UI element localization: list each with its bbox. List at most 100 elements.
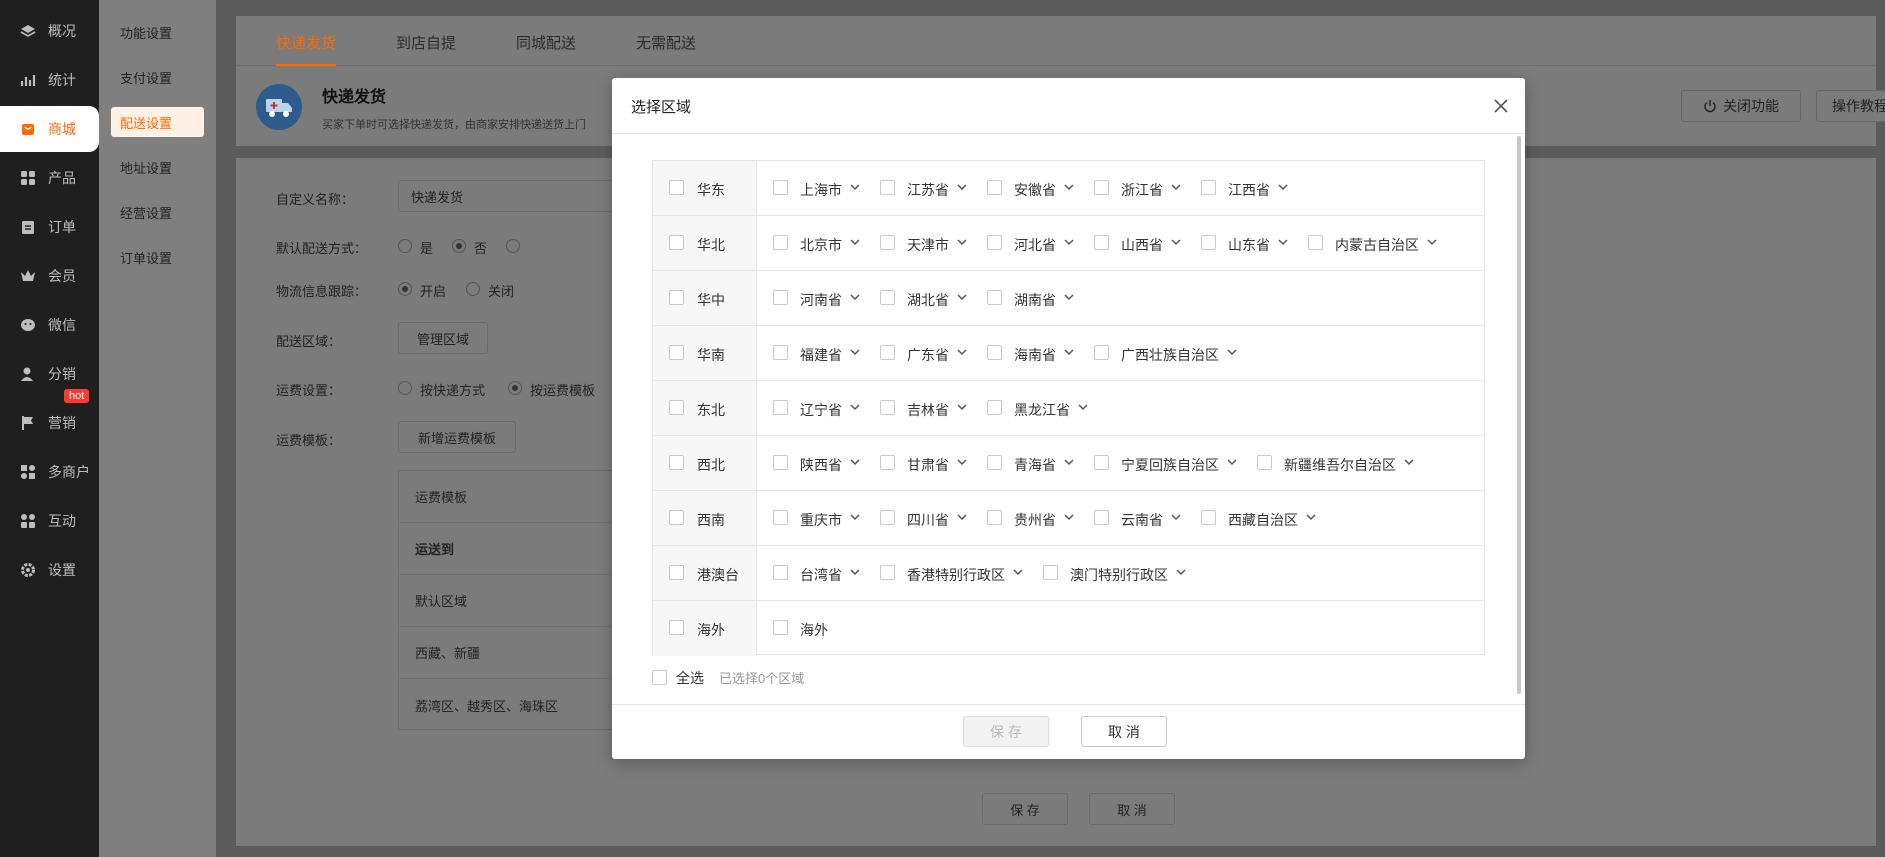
chevron-down-icon[interactable] — [957, 513, 967, 521]
province-checkbox[interactable] — [880, 510, 895, 525]
chevron-down-icon[interactable] — [957, 458, 967, 466]
province-checkbox[interactable] — [880, 180, 895, 195]
chevron-down-icon[interactable] — [1064, 293, 1074, 301]
chevron-down-icon[interactable] — [1064, 183, 1074, 191]
tab-local-delivery[interactable]: 同城配送 — [516, 32, 576, 53]
province-checkbox[interactable] — [987, 235, 1002, 250]
chevron-down-icon[interactable] — [850, 183, 860, 191]
region-checkbox[interactable] — [669, 400, 684, 415]
page-save-button[interactable]: 保 存 — [982, 793, 1068, 825]
province-checkbox[interactable] — [987, 290, 1002, 305]
tracking-off-radio[interactable] — [466, 282, 480, 296]
select-all-checkbox[interactable] — [652, 670, 667, 685]
nav-item-marketing[interactable]: 营销 — [0, 400, 99, 446]
province-checkbox[interactable] — [1043, 565, 1058, 580]
province-checkbox[interactable] — [880, 345, 895, 360]
chevron-down-icon[interactable] — [957, 238, 967, 246]
chevron-down-icon[interactable] — [1427, 238, 1437, 246]
province-checkbox[interactable] — [773, 455, 788, 470]
nav-item-wechat[interactable]: 微信 — [0, 302, 99, 348]
tab-express[interactable]: 快递发货 — [276, 32, 337, 66]
chevron-down-icon[interactable] — [850, 238, 860, 246]
province-checkbox[interactable] — [773, 180, 788, 195]
close-icon[interactable] — [1493, 98, 1509, 114]
province-checkbox[interactable] — [1094, 455, 1109, 470]
chevron-down-icon[interactable] — [850, 513, 860, 521]
region-checkbox[interactable] — [669, 455, 684, 470]
region-checkbox[interactable] — [669, 345, 684, 360]
modal-scrollbar[interactable] — [1517, 136, 1521, 694]
chevron-down-icon[interactable] — [1306, 513, 1316, 521]
province-checkbox[interactable] — [880, 455, 895, 470]
close-feature-button[interactable]: 关闭功能 — [1681, 90, 1801, 122]
default-yes-radio[interactable] — [398, 239, 412, 253]
province-checkbox[interactable] — [987, 180, 1002, 195]
province-checkbox[interactable] — [880, 565, 895, 580]
province-checkbox[interactable] — [880, 235, 895, 250]
sub-item-delivery-settings[interactable]: 配送设置 — [111, 107, 204, 137]
chevron-down-icon[interactable] — [1064, 348, 1074, 356]
province-checkbox[interactable] — [987, 345, 1002, 360]
chevron-down-icon[interactable] — [1064, 513, 1074, 521]
province-checkbox[interactable] — [1201, 510, 1216, 525]
fee-template-radio[interactable] — [508, 381, 522, 395]
province-checkbox[interactable] — [1094, 510, 1109, 525]
province-checkbox[interactable] — [880, 290, 895, 305]
region-checkbox[interactable] — [669, 235, 684, 250]
chevron-down-icon[interactable] — [1278, 183, 1288, 191]
sub-item-payment-settings[interactable]: 支付设置 — [111, 62, 204, 92]
sub-item-feature-settings[interactable]: 功能设置 — [111, 17, 204, 47]
province-checkbox[interactable] — [1201, 180, 1216, 195]
tracking-on-radio[interactable] — [398, 282, 412, 296]
sub-item-address-settings[interactable]: 地址设置 — [111, 152, 204, 182]
nav-item-stats[interactable]: 统计 — [0, 57, 99, 103]
chevron-down-icon[interactable] — [1171, 513, 1181, 521]
region-checkbox[interactable] — [669, 510, 684, 525]
nav-item-settings[interactable]: 设置 — [0, 547, 99, 593]
page-cancel-button[interactable]: 取 消 — [1089, 793, 1175, 825]
province-checkbox[interactable] — [1308, 235, 1323, 250]
region-checkbox[interactable] — [669, 290, 684, 305]
chevron-down-icon[interactable] — [850, 568, 860, 576]
chevron-down-icon[interactable] — [1064, 458, 1074, 466]
chevron-down-icon[interactable] — [1171, 183, 1181, 191]
name-input[interactable]: 快递发货 — [398, 180, 618, 212]
province-checkbox[interactable] — [773, 345, 788, 360]
help-icon[interactable] — [506, 239, 520, 253]
add-template-button[interactable]: 新增运费模板 — [398, 421, 516, 453]
province-checkbox[interactable] — [773, 565, 788, 580]
default-no-radio[interactable] — [452, 239, 466, 253]
chevron-down-icon[interactable] — [957, 183, 967, 191]
nav-item-shop[interactable]: 商城 — [0, 106, 99, 152]
nav-item-product[interactable]: 产品 — [0, 155, 99, 201]
chevron-down-icon[interactable] — [1013, 568, 1023, 576]
tab-no-delivery[interactable]: 无需配送 — [636, 32, 696, 53]
nav-item-interact[interactable]: 互动 — [0, 498, 99, 544]
province-checkbox[interactable] — [773, 290, 788, 305]
chevron-down-icon[interactable] — [1176, 568, 1186, 576]
chevron-down-icon[interactable] — [957, 293, 967, 301]
modal-cancel-button[interactable]: 取 消 — [1081, 716, 1167, 747]
chevron-down-icon[interactable] — [850, 293, 860, 301]
chevron-down-icon[interactable] — [850, 403, 860, 411]
province-checkbox[interactable] — [773, 400, 788, 415]
province-checkbox[interactable] — [1257, 455, 1272, 470]
chevron-down-icon[interactable] — [850, 458, 860, 466]
chevron-down-icon[interactable] — [1278, 238, 1288, 246]
province-checkbox[interactable] — [773, 235, 788, 250]
fee-express-radio[interactable] — [398, 381, 412, 395]
province-checkbox[interactable] — [987, 400, 1002, 415]
nav-item-multi-merchant[interactable]: 多商户 — [0, 449, 99, 495]
chevron-down-icon[interactable] — [1078, 403, 1088, 411]
chevron-down-icon[interactable] — [1227, 348, 1237, 356]
sub-item-order-settings[interactable]: 订单设置 — [111, 242, 204, 272]
province-checkbox[interactable] — [1094, 180, 1109, 195]
chevron-down-icon[interactable] — [1404, 458, 1414, 466]
modal-save-button[interactable]: 保 存 — [963, 716, 1049, 747]
nav-item-order[interactable]: 订单 — [0, 204, 99, 250]
chevron-down-icon[interactable] — [1064, 238, 1074, 246]
province-checkbox[interactable] — [1201, 235, 1216, 250]
nav-item-overview[interactable]: 概况 — [0, 8, 99, 54]
manage-area-button[interactable]: 管理区域 — [398, 322, 488, 354]
province-checkbox[interactable] — [773, 620, 788, 635]
